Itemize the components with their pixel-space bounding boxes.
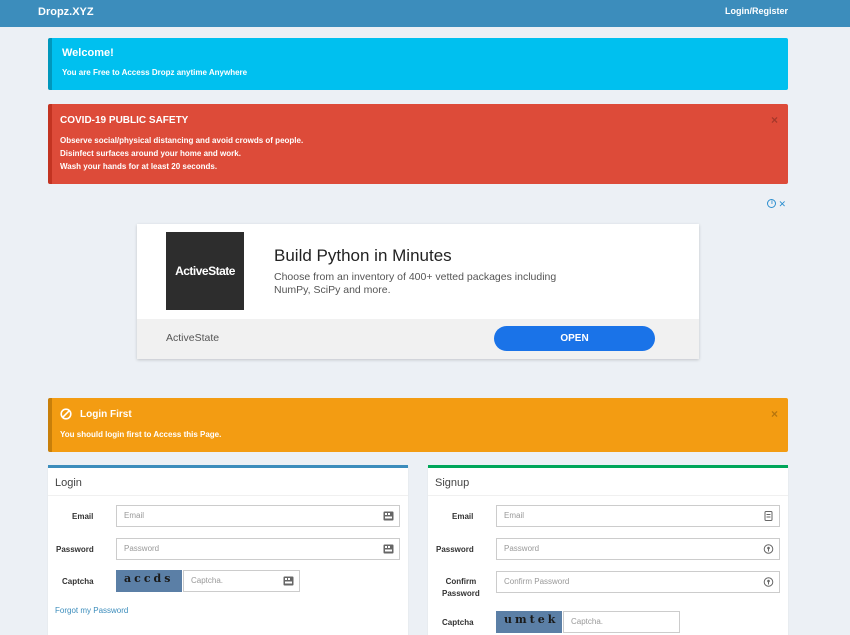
ad-title[interactable]: Build Python in Minutes bbox=[274, 246, 452, 266]
confirm-label-line1: Confirm bbox=[445, 577, 477, 586]
login-email-placeholder: Email bbox=[124, 511, 145, 520]
signup-confirm-label: Confirm Password bbox=[442, 576, 480, 600]
forgot-password-link[interactable]: Forgot my Password bbox=[55, 606, 128, 615]
brand-logo-text[interactable]: Dropz.XYZ bbox=[38, 6, 94, 18]
signup-email-label: Email bbox=[452, 512, 474, 521]
keyboard-icon bbox=[283, 576, 294, 586]
login-captcha-image: accds bbox=[116, 570, 182, 592]
login-alert-close-icon[interactable]: × bbox=[771, 407, 778, 421]
ad-container: i ✕ ActiveState Build Python in Minutes … bbox=[48, 195, 788, 385]
covid-callout: COVID-19 PUBLIC SAFETY Observe social/ph… bbox=[48, 104, 788, 184]
ad-info-icon[interactable]: i bbox=[767, 199, 777, 208]
login-register-link[interactable]: Login/Register bbox=[725, 6, 788, 16]
login-panel: Login Email Email Password Password Capt… bbox=[48, 465, 408, 635]
lock-icon bbox=[763, 544, 774, 554]
login-email-label: Email bbox=[72, 512, 94, 521]
login-password-label: Password bbox=[56, 545, 94, 554]
confirm-label-line2: Password bbox=[442, 589, 480, 598]
login-alert-title: Login First bbox=[80, 408, 132, 420]
lock-icon bbox=[763, 577, 774, 587]
ad-description: Choose from an inventory of 400+ vetted … bbox=[274, 271, 557, 296]
signup-captcha-label: Captcha bbox=[442, 618, 474, 627]
welcome-callout: Welcome! You are Free to Access Dropz an… bbox=[48, 38, 788, 90]
login-alert-title-row: Login First bbox=[60, 408, 132, 420]
welcome-text: You are Free to Access Dropz anytime Any… bbox=[62, 68, 248, 77]
keyboard-icon bbox=[383, 544, 394, 554]
signup-email-placeholder: Email bbox=[504, 511, 525, 520]
signup-captcha-placeholder: Captcha. bbox=[571, 617, 604, 626]
covid-close-icon[interactable]: × bbox=[771, 113, 778, 127]
ad-open-button[interactable]: OPEN bbox=[494, 326, 655, 351]
ad-close-icon[interactable]: ✕ bbox=[778, 199, 786, 210]
covid-line: Observe social/physical distancing and a… bbox=[60, 136, 304, 145]
signup-captcha-input[interactable]: Captcha. bbox=[563, 611, 680, 633]
login-password-placeholder: Password bbox=[124, 544, 160, 553]
login-alert-text: You should login first to Access this Pa… bbox=[60, 430, 222, 439]
address-card-icon bbox=[764, 511, 773, 521]
signup-panel-title: Signup bbox=[435, 477, 470, 489]
ad-footer: ActiveState OPEN bbox=[137, 319, 699, 359]
signup-confirm-password-input[interactable]: Confirm Password bbox=[496, 571, 780, 593]
ad-sponsor: ActiveState bbox=[166, 332, 220, 344]
login-panel-title: Login bbox=[55, 477, 82, 489]
ad-choices[interactable]: i ✕ bbox=[767, 199, 786, 210]
login-captcha-image-text: accds bbox=[124, 572, 174, 585]
keyboard-icon bbox=[383, 511, 394, 521]
signup-email-input[interactable]: Email bbox=[496, 505, 780, 527]
signup-confirm-placeholder: Confirm Password bbox=[504, 577, 570, 586]
ad-card[interactable]: ActiveState Build Python in Minutes Choo… bbox=[137, 224, 699, 359]
login-captcha-input[interactable]: Captcha. bbox=[183, 570, 300, 592]
signup-captcha-image: umtek bbox=[496, 611, 562, 633]
signup-password-label: Password bbox=[436, 545, 474, 554]
login-email-input[interactable]: Email bbox=[116, 505, 400, 527]
signup-captcha-image-text: umtek bbox=[504, 613, 559, 626]
signup-panel: Signup Email Email Password Password Con… bbox=[428, 465, 788, 635]
top-navbar: Dropz.XYZ Login/Register bbox=[0, 0, 850, 27]
signup-password-input[interactable]: Password bbox=[496, 538, 780, 560]
login-captcha-placeholder: Captcha. bbox=[191, 576, 224, 585]
covid-line: Wash your hands for at least 20 seconds. bbox=[60, 162, 218, 171]
login-first-alert: Login First You should login first to Ac… bbox=[48, 398, 788, 452]
covid-line: Disinfect surfaces around your home and … bbox=[60, 149, 241, 158]
ban-icon bbox=[60, 408, 72, 420]
ad-logo[interactable]: ActiveState bbox=[166, 232, 244, 310]
welcome-title: Welcome! bbox=[62, 47, 114, 59]
login-password-input[interactable]: Password bbox=[116, 538, 400, 560]
signup-password-placeholder: Password bbox=[504, 544, 540, 553]
login-captcha-label: Captcha bbox=[62, 577, 94, 586]
covid-title: COVID-19 PUBLIC SAFETY bbox=[60, 115, 189, 126]
